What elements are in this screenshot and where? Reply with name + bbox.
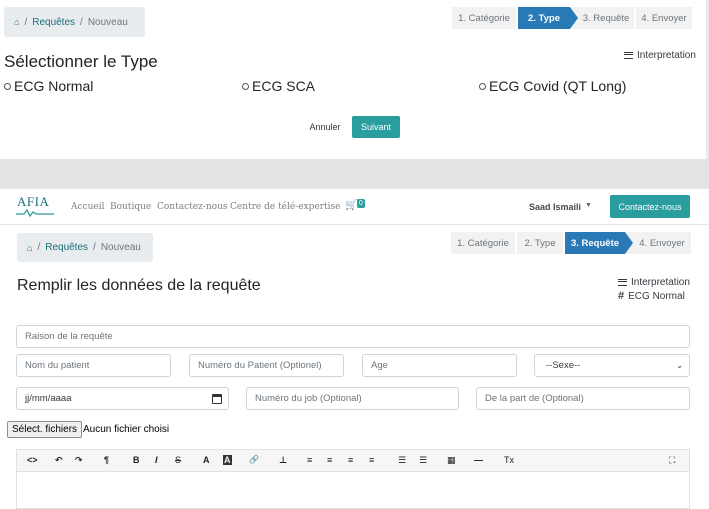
file-status: Aucun fichier choisi [83,424,170,435]
rich-text-editor[interactable]: <> ↶ ↷ ¶ B I S A A 🔗 ⊥ ≡ ≡ ≡ ≡ ☰ ☰ ▦ — T… [16,449,690,509]
breadcrumb-separator: / [37,242,41,253]
breadcrumb: ⌂ / Requêtes / Nouveau [4,7,145,37]
option-label: ECG Normal [14,78,94,94]
unordered-list-icon[interactable]: ☰ [398,455,406,466]
interpretation-label: Interpretation [637,50,696,61]
breadcrumb-requetes[interactable]: Requêtes [32,17,75,28]
home-icon[interactable]: ⌂ [27,243,32,253]
calendar-icon[interactable] [212,394,222,404]
align-right-icon[interactable]: ≡ [348,455,353,465]
wizard-steps: 1. Catégorie 2. Type 3. Requête 4. Envoy… [451,232,693,254]
font-color-icon[interactable]: A [203,455,210,465]
code-view-icon[interactable]: <> [27,455,38,465]
home-icon[interactable]: ⌂ [14,17,19,27]
italic-icon[interactable]: I [155,455,158,465]
page-title: Sélectionner le Type [4,52,158,71]
user-menu[interactable]: Saad Ismaili [529,202,581,212]
breadcrumb-separator: / [80,16,83,28]
insert-icon[interactable]: ⊥ [279,455,287,466]
highlight-icon[interactable]: A [223,455,232,465]
option-label: ECG SCA [252,78,316,94]
list-icon [618,278,627,286]
caret-down-icon[interactable]: ▼ [585,202,592,209]
sexe-select-value: --Sexe-- [546,360,581,371]
date-placeholder: jj/mm/aaaa [25,393,72,404]
breadcrumb-requetes[interactable]: Requêtes [45,242,88,253]
de-la-part-input[interactable]: De la part de (Optional) [476,387,690,410]
fullscreen-icon[interactable]: ⛶ [669,455,675,466]
nav-boutique[interactable]: Boutique [110,202,151,212]
sexe-select[interactable]: --Sexe-- ⌄ [534,354,690,377]
clear-format-icon[interactable]: Tx [504,455,514,465]
paragraph-icon[interactable]: ¶ [104,455,109,465]
logo[interactable]: AFIA [17,194,49,210]
breadcrumb-separator: / [24,16,28,28]
logo-wave-icon [16,209,54,217]
editor-toolbar: <> ↶ ↷ ¶ B I S A A 🔗 ⊥ ≡ ≡ ≡ ≡ ☰ ☰ ▦ — T… [17,450,689,472]
step-requete[interactable]: 3. Requête [565,232,633,254]
breadcrumb-nouveau: Nouveau [87,16,128,28]
ordered-list-icon[interactable]: ☰ [419,455,427,466]
next-button[interactable]: Suivant [352,116,400,138]
list-icon [624,52,633,59]
breadcrumb-nouveau: Nouveau [100,242,141,253]
screen-divider [0,159,709,189]
step-envoyer[interactable]: 4. Envoyer [636,7,692,29]
link-icon[interactable]: 🔗 [249,455,259,464]
page-title: Remplir les données de la requête [17,277,261,294]
option-ecg-sca[interactable]: ECG SCA [242,78,315,94]
cart-count-badge: 0 [357,199,365,208]
align-left-icon[interactable]: ≡ [307,455,312,465]
option-ecg-covid[interactable]: ECG Covid (QT Long) [479,78,626,94]
align-center-icon[interactable]: ≡ [327,455,332,465]
radio-icon[interactable] [242,82,249,90]
step-categorie[interactable]: 1. Catégorie [452,7,516,29]
chevron-down-icon: ⌄ [676,361,683,370]
hash-icon: # [618,290,625,302]
nav-accueil[interactable]: Accueil [71,202,104,212]
align-justify-icon[interactable]: ≡ [369,455,374,465]
ecg-type-label: ECG Normal [628,290,685,302]
step-type[interactable]: 2. Type [517,232,563,254]
horizontal-rule-icon[interactable]: — [474,455,483,465]
nav-contact[interactable]: Contactez-nous [157,202,227,212]
strikethrough-icon[interactable]: S [175,455,181,465]
age-input[interactable]: Age [362,354,517,377]
bold-icon[interactable]: B [133,455,140,465]
step-requete[interactable]: 3. Requête [572,7,634,29]
interpretation-toggle[interactable]: Interpretation [618,275,690,289]
raison-input[interactable]: Raison de la requête [16,325,690,348]
step-type[interactable]: 2. Type [518,7,578,29]
radio-icon[interactable] [479,82,486,90]
navbar: AFIA Accueil Boutique Contactez-nous Cen… [0,189,709,225]
patient-number-input[interactable]: Numéro du Patient (Optionel) [189,354,344,377]
date-input[interactable]: jj/mm/aaaa [16,387,229,410]
job-number-input[interactable]: Numéro du job (Optional) [246,387,459,410]
cart-icon[interactable]: 🛒 [345,200,357,211]
breadcrumb-separator: / [93,242,96,253]
breadcrumb: ⌂ / Requêtes / Nouveau [17,233,153,262]
undo-icon[interactable]: ↶ [55,455,63,466]
file-select-button[interactable]: Sélect. fichiers [7,421,83,438]
option-ecg-normal[interactable]: ECG Normal [4,78,93,94]
step-envoyer[interactable]: 4. Envoyer [627,232,691,254]
step-categorie[interactable]: 1. Catégorie [451,232,515,254]
patient-name-input[interactable]: Nom du patient [16,354,171,377]
option-label: ECG Covid (QT Long) [489,78,627,94]
interpretation-toggle[interactable]: Interpretation [624,50,696,61]
table-icon[interactable]: ▦ [447,455,456,466]
redo-icon[interactable]: ↷ [75,455,83,466]
wizard-steps: 1. Catégorie 2. Type 3. Requête 4. Envoy… [452,7,694,29]
radio-icon[interactable] [4,82,11,90]
contact-button[interactable]: Contactez-nous [610,195,690,218]
interpretation-label: Interpretation [631,276,690,288]
nav-tele-expertise[interactable]: Centre de télé-expertise [230,202,340,212]
cancel-button[interactable]: Annuler [303,117,347,137]
interpretation-panel: Interpretation # ECG Normal [618,275,690,303]
ecg-type-indicator: # ECG Normal [618,289,690,303]
